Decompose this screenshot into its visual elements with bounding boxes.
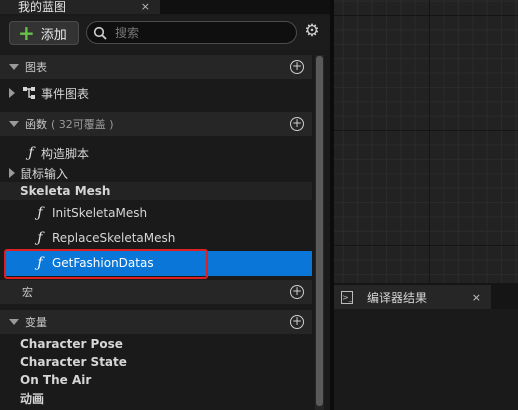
collapse-arrow-icon[interactable] xyxy=(9,319,19,325)
variable-category[interactable]: Character State xyxy=(0,353,312,371)
section-functions-label: 函数 xyxy=(25,118,47,131)
gear-icon[interactable]: ⚙ xyxy=(303,22,321,40)
category-label: Character State xyxy=(20,355,127,369)
category-skeleta-mesh[interactable]: Skeleta Mesh xyxy=(0,182,312,200)
list-item-mouse-input[interactable]: 鼠标输入 xyxy=(0,163,312,183)
add-macro-icon[interactable]: + xyxy=(290,285,304,299)
add-function-icon[interactable]: + xyxy=(290,117,304,131)
function-icon: ƒ xyxy=(37,205,43,221)
list-item-function[interactable]: ƒ ReplaceSkeletaMesh xyxy=(0,228,312,248)
tab-title: 编译器结果 xyxy=(367,290,428,305)
list-item-function[interactable]: ƒ InitSkeletaMesh xyxy=(0,203,312,223)
expand-arrow-icon[interactable] xyxy=(9,168,15,178)
category-label: Skeleta Mesh xyxy=(20,184,111,198)
tab-title: 我的蓝图 xyxy=(18,0,67,14)
section-functions-count: ( 32可覆盖 ) xyxy=(51,118,114,131)
expand-arrow-icon[interactable] xyxy=(9,88,15,98)
category-label: 动画 xyxy=(20,391,45,406)
function-name: InitSkeletaMesh xyxy=(52,206,148,220)
list-item-label: 鼠标输入 xyxy=(20,166,69,181)
search-box[interactable] xyxy=(86,21,297,44)
compiler-results-panel xyxy=(334,309,518,410)
section-graphs-label: 图表 xyxy=(25,61,47,74)
list-item-label: 事件图表 xyxy=(41,86,90,101)
add-graph-icon[interactable]: + xyxy=(290,60,304,74)
scrollbar-thumb[interactable] xyxy=(316,56,323,406)
close-icon[interactable]: × xyxy=(141,1,150,13)
section-functions[interactable]: 函数 ( 32可覆盖 ) + xyxy=(0,112,312,136)
annotation-highlight-box xyxy=(4,249,208,279)
variable-category[interactable]: Character Pose xyxy=(0,335,312,353)
list-item-event-graph[interactable]: 事件图表 xyxy=(0,83,312,103)
list-item-construction-script[interactable]: ƒ 构造脚本 xyxy=(0,143,312,163)
close-icon[interactable]: × xyxy=(472,291,481,304)
function-name: ReplaceSkeletaMesh xyxy=(52,231,176,245)
search-icon xyxy=(93,26,107,40)
section-variables[interactable]: 变量 + xyxy=(0,310,312,334)
function-icon: ƒ xyxy=(28,145,34,161)
section-macros[interactable]: 宏 + xyxy=(0,280,312,304)
tab-my-blueprint[interactable]: 我的蓝图 × xyxy=(0,0,160,14)
section-variables-label: 变量 xyxy=(25,316,47,329)
collapse-arrow-icon[interactable] xyxy=(9,121,19,127)
function-icon: ƒ xyxy=(37,230,43,246)
search-input[interactable] xyxy=(113,24,287,41)
graph-canvas[interactable] xyxy=(334,0,518,283)
add-button[interactable]: + 添加 xyxy=(9,21,79,45)
terminal-icon: >_ xyxy=(341,290,353,304)
section-graphs[interactable]: 图表 + xyxy=(0,55,312,79)
add-variable-icon[interactable]: + xyxy=(290,315,304,329)
variable-category[interactable]: 动画 xyxy=(0,389,312,407)
event-graph-icon xyxy=(23,87,35,99)
collapse-arrow-icon[interactable] xyxy=(9,64,19,70)
list-item-label: 构造脚本 xyxy=(41,146,90,161)
variable-category[interactable]: On The Air xyxy=(0,371,312,389)
category-label: Character Pose xyxy=(20,337,123,351)
category-label: On The Air xyxy=(20,373,92,387)
section-macros-label: 宏 xyxy=(22,286,33,299)
plus-icon: + xyxy=(18,21,35,45)
tab-compiler-results[interactable]: >_ 编译器结果 × xyxy=(334,285,491,309)
add-button-label: 添加 xyxy=(40,27,67,43)
